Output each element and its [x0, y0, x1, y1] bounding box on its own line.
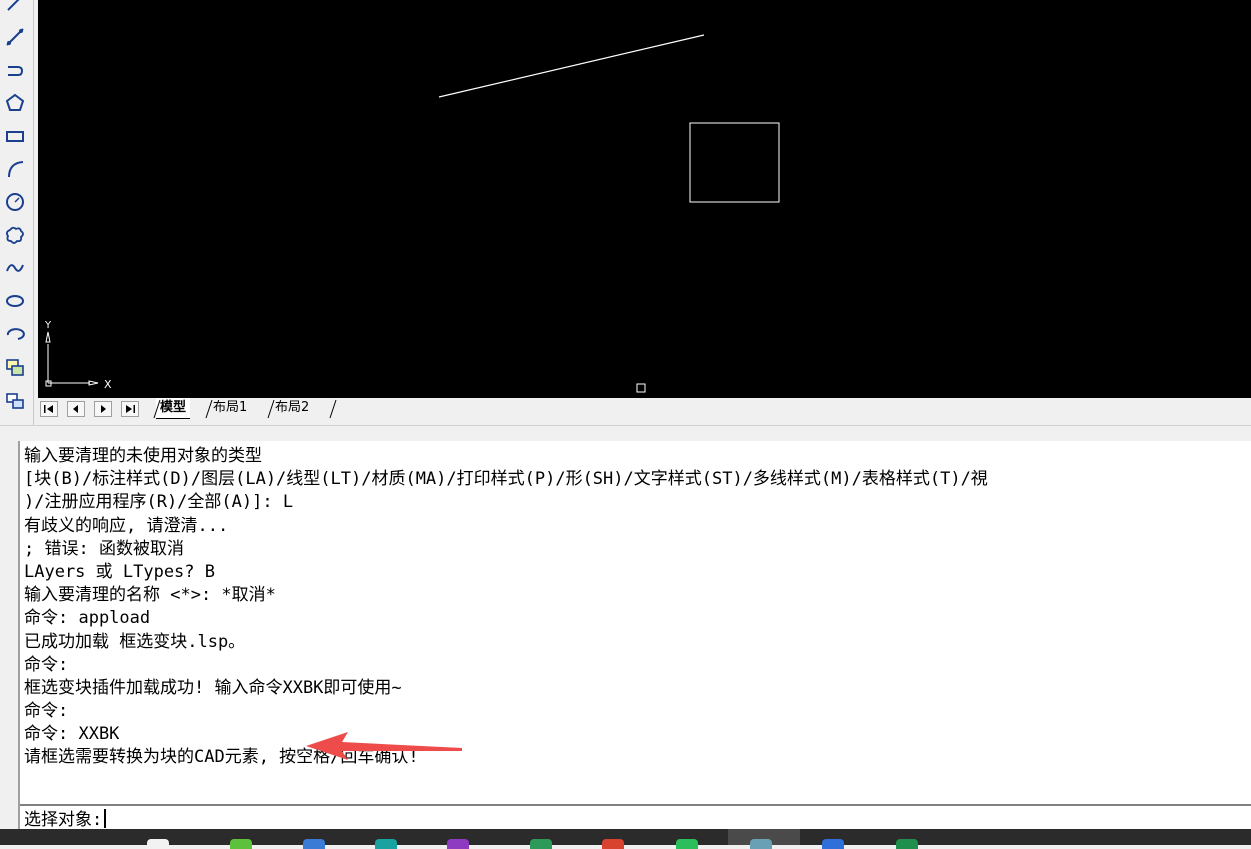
drawing-area: Y X — [44, 34, 780, 393]
command-history-line: ; 错误: 函数被取消 — [24, 538, 184, 559]
spline-icon[interactable] — [2, 255, 28, 281]
line-icon[interactable] — [2, 0, 28, 16]
draw-toolbar — [0, 0, 34, 425]
construction-line-icon[interactable] — [2, 24, 28, 50]
command-history-line: 输入要清理的名称 <*>: *取消* — [24, 585, 276, 606]
prev-tab-button[interactable] — [67, 401, 85, 417]
command-history-line: 请框选需要转换为块的CAD元素, 按空格/回车确认! — [24, 747, 419, 768]
drawn-line[interactable] — [438, 34, 705, 98]
drawing-canvas[interactable]: Y X — [38, 0, 1251, 398]
command-window: 输入要清理的未使用对象的类型 [块(B)/标注样式(D)/图层(LA)/线型(LT… — [18, 441, 1251, 831]
next-tab-button[interactable] — [94, 401, 112, 417]
pickbox-cursor — [636, 383, 646, 393]
excel-icon[interactable] — [896, 839, 918, 849]
first-tab-button[interactable] — [40, 401, 58, 417]
insert-block-icon[interactable] — [2, 354, 28, 380]
command-history-line: 框选变块插件加载成功! 输入命令XXBK即可使用~ — [24, 677, 402, 698]
drawn-rectangle[interactable] — [689, 122, 780, 203]
blue-app-icon[interactable] — [303, 839, 325, 849]
command-history-line: 命令: — [24, 701, 69, 722]
360-browser-icon[interactable] — [230, 839, 252, 849]
command-history-line: 命令: appload — [24, 608, 151, 629]
purple-app-icon[interactable] — [447, 839, 469, 849]
taskbar — [0, 829, 1251, 849]
command-history-line: 有歧义的响应, 请澄清... — [24, 515, 229, 536]
make-block-icon[interactable] — [2, 387, 28, 413]
wechat-icon[interactable] — [676, 839, 698, 849]
command-history-line: LAyers 或 LTypes? B — [24, 561, 215, 582]
browser-icon[interactable] — [147, 839, 169, 849]
revision-cloud-icon[interactable] — [2, 222, 28, 248]
ellipse-icon[interactable] — [2, 288, 28, 314]
rectangle-icon[interactable] — [2, 123, 28, 149]
blue-doc-icon[interactable] — [822, 839, 844, 849]
polyline-icon[interactable] — [2, 57, 28, 83]
ucs-icon — [45, 331, 99, 387]
red-app-icon[interactable] — [602, 839, 624, 849]
ucs-x-label: X — [104, 378, 112, 391]
teal-app-icon[interactable] — [375, 839, 397, 849]
polygon-icon[interactable] — [2, 90, 28, 116]
last-tab-button[interactable] — [121, 401, 139, 417]
command-history-line: )/注册应用程序(R)/全部(A)]: L — [24, 492, 294, 513]
annotation-arrow — [306, 732, 462, 760]
arc-icon[interactable] — [2, 156, 28, 182]
command-history-line: 命令: XXBK — [24, 724, 120, 745]
tab-dividers — [153, 399, 337, 419]
circle-icon[interactable] — [2, 189, 28, 215]
green-app-icon[interactable] — [530, 839, 552, 849]
cad-app-icon[interactable] — [750, 839, 772, 849]
command-history-line: 输入要清理的未使用对象的类型 — [24, 446, 262, 466]
command-history-line: 命令: — [24, 654, 69, 675]
command-input[interactable]: 选择对象: — [24, 809, 107, 831]
text-cursor — [104, 809, 107, 828]
layout-tabs-bar: 模型 布局1 布局2 — [38, 398, 1251, 420]
ucs-y-label: Y — [44, 320, 52, 331]
command-divider — [20, 804, 1251, 806]
command-prompt: 选择对象: — [24, 810, 103, 830]
command-history: 输入要清理的未使用对象的类型 [块(B)/标注样式(D)/图层(LA)/线型(LT… — [24, 445, 1249, 805]
command-history-line: [块(B)/标注样式(D)/图层(LA)/线型(LT)/材质(MA)/打印样式(… — [24, 469, 988, 490]
command-history-line: 已成功加载 框选变块.lsp。 — [24, 631, 246, 652]
ellipse-arc-icon[interactable] — [2, 321, 28, 347]
window-splitter[interactable] — [0, 425, 1251, 434]
